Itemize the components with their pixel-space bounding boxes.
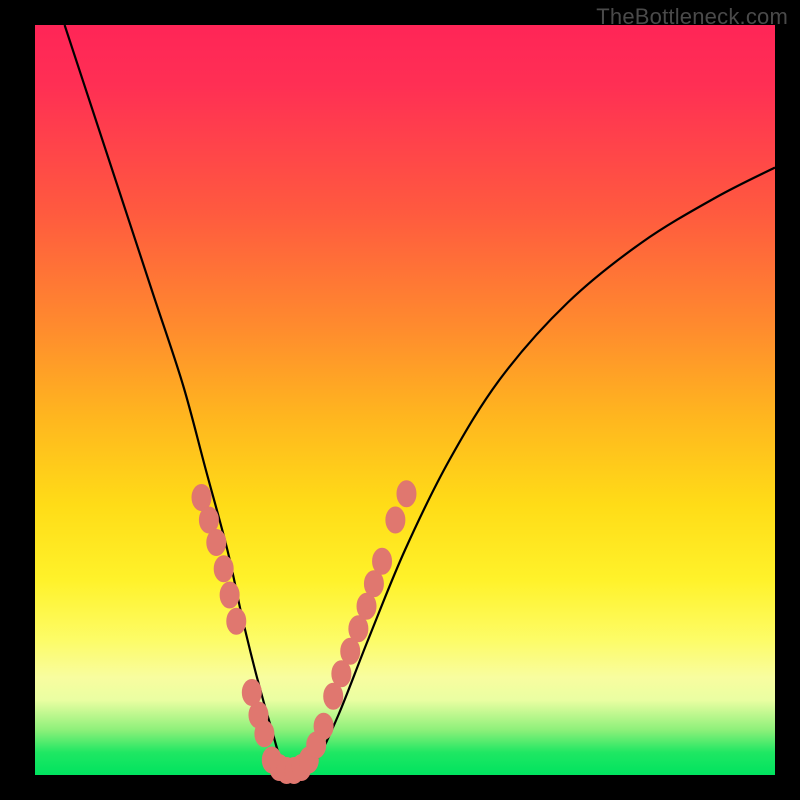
- curve-bead: [341, 638, 360, 664]
- curve-bead: [332, 661, 351, 687]
- curve-bead: [349, 616, 368, 642]
- curve-bead: [324, 683, 343, 709]
- chart-frame: TheBottleneck.com: [0, 0, 800, 800]
- curve-bead: [220, 582, 239, 608]
- beads-group: [192, 481, 416, 784]
- curve-bead: [397, 481, 416, 507]
- curve-bead: [373, 548, 392, 574]
- curve-bead: [214, 556, 233, 582]
- curve-svg: [35, 25, 775, 775]
- bottleneck-curve: [65, 25, 775, 771]
- plot-area: [35, 25, 775, 775]
- curve-bead: [207, 530, 226, 556]
- curve-bead: [386, 507, 405, 533]
- curve-bead: [314, 713, 333, 739]
- curve-bead: [364, 571, 383, 597]
- curve-bead: [227, 608, 246, 634]
- curve-bead: [255, 721, 274, 747]
